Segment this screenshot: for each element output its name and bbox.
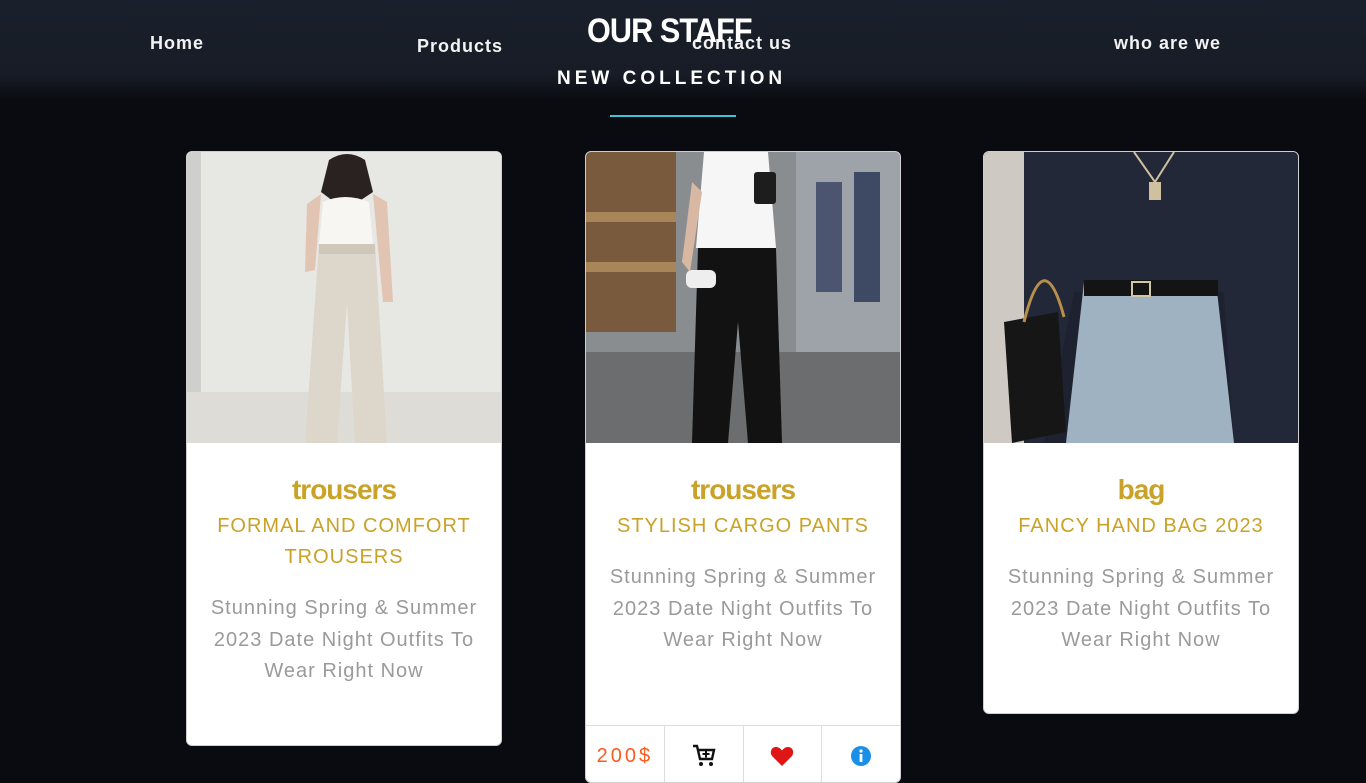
product-subtitle: FORMAL AND COMFORT TROUSERS [217, 515, 471, 568]
add-to-cart-button[interactable] [665, 726, 744, 782]
product-subtitle: STYLISH CARGO PANTS [616, 515, 869, 537]
product-image[interactable] [984, 152, 1298, 443]
outfit-photo-icon [984, 152, 1298, 443]
add-to-cart-icon [692, 744, 716, 766]
nav-about-link[interactable]: who are we [1114, 33, 1221, 54]
heart-icon [771, 746, 794, 766]
product-description: Stunning Spring & Summer 2023 Date Night… [609, 566, 877, 651]
product-image[interactable] [187, 152, 501, 443]
product-image[interactable] [586, 152, 900, 443]
nav-products-link[interactable]: Products [417, 36, 503, 57]
nav-home-link[interactable]: Home [150, 33, 204, 54]
product-description: Stunning Spring & Summer 2023 Date Night… [210, 597, 478, 682]
info-button[interactable] [822, 726, 900, 782]
title-divider [610, 115, 736, 117]
product-card[interactable]: trousers STYLISH CARGO PANTS Stunning Sp… [585, 151, 901, 783]
product-subtitle: FANCY HAND BAG 2023 [1018, 515, 1264, 537]
product-title: bag [1117, 474, 1166, 505]
product-description: Stunning Spring & Summer 2023 Date Night… [1007, 566, 1275, 651]
page-title: OUR STAFF [587, 12, 753, 50]
outfit-photo-icon [187, 152, 501, 443]
favorite-button[interactable] [744, 726, 823, 782]
product-card[interactable]: trousers FORMAL AND COMFORT TROUSERS Stu… [186, 151, 502, 746]
outfit-photo-icon [586, 152, 900, 443]
product-actions: 200$ [586, 725, 900, 782]
product-title: trousers [690, 474, 796, 505]
product-price: 200$ [596, 744, 654, 767]
price-cell: 200$ [586, 726, 665, 782]
info-icon [851, 746, 872, 766]
product-card[interactable]: bag FANCY HAND BAG 2023 Stunning Spring … [983, 151, 1299, 714]
section-subtitle: NEW COLLECTION [557, 68, 787, 89]
product-title: trousers [291, 474, 397, 505]
